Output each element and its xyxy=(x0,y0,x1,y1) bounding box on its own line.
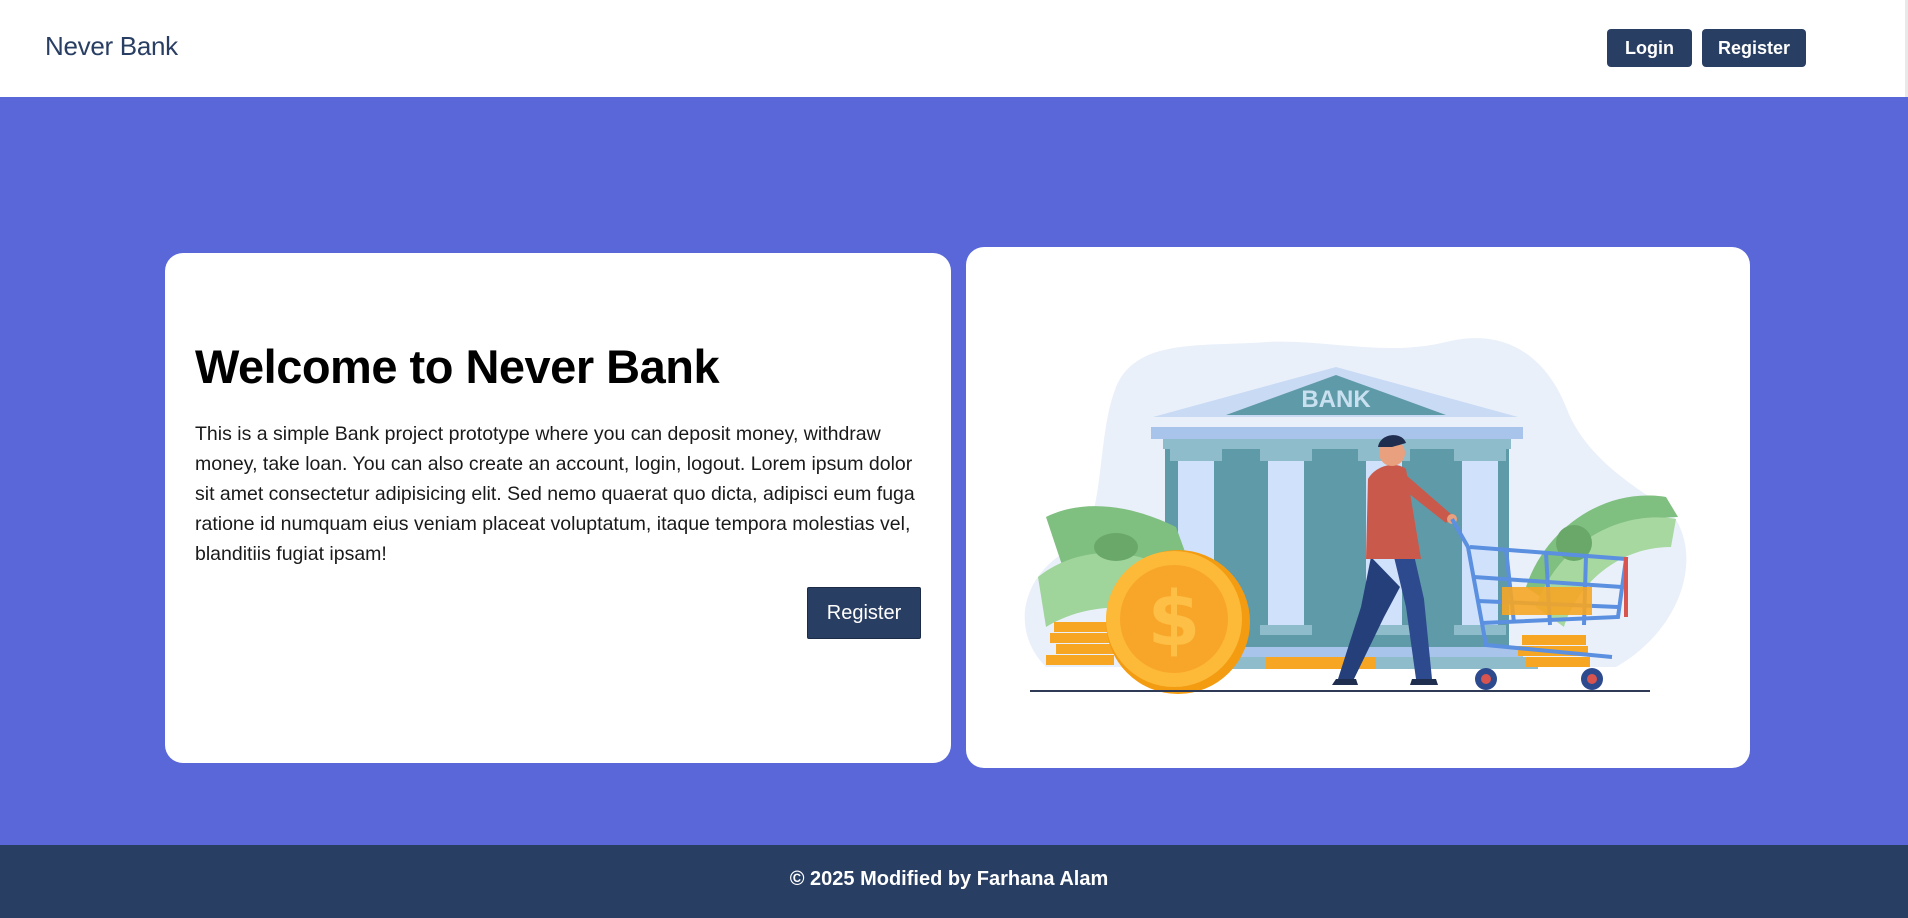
cart-coins xyxy=(1502,587,1592,615)
bank-sign-text: BANK xyxy=(1301,386,1371,413)
illustration-card: BANK $ xyxy=(966,247,1750,768)
brand-logo[interactable]: Never Bank xyxy=(45,31,178,62)
navbar: Never Bank Login Register xyxy=(0,0,1908,97)
intro-text: This is a simple Bank project prototype … xyxy=(195,423,915,565)
footer: © 2025 Modified by Farhana Alam xyxy=(0,845,1908,918)
hero-section: Welcome to Never Bank This is a simple B… xyxy=(0,97,1908,845)
bank-illustration: BANK $ xyxy=(1024,338,1687,694)
svg-text:$: $ xyxy=(1148,574,1201,663)
dollar-coin-icon: $ xyxy=(1106,550,1250,694)
register-button[interactable]: Register xyxy=(1702,29,1806,67)
page-title: Welcome to Never Bank xyxy=(195,340,720,393)
login-button[interactable]: Login xyxy=(1607,29,1692,67)
footer-text: © 2025 Modified by Farhana Alam xyxy=(789,868,1109,890)
welcome-card: Welcome to Never Bank This is a simple B… xyxy=(165,253,951,763)
hero-register-button[interactable]: Register xyxy=(807,587,921,639)
